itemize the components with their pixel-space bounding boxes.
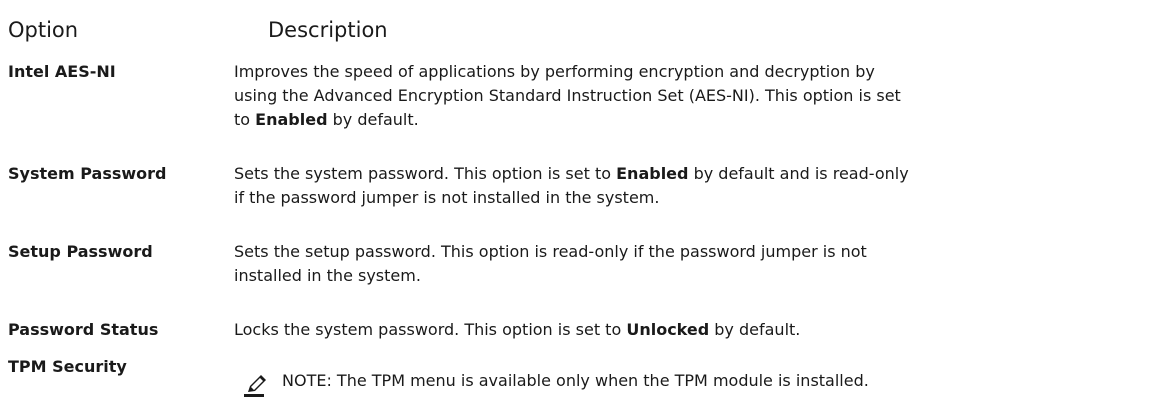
option-description: Sets the system password. This option is… [234, 162, 1134, 210]
description-line: Sets the system password. This option is… [234, 162, 1134, 186]
option-description: Locks the system password. This option i… [234, 318, 1134, 342]
option-description: Sets the setup password. This option is … [234, 240, 1134, 288]
description-text: by default. [327, 110, 419, 129]
table-row: Password Status Locks the system passwor… [8, 318, 1144, 342]
table-row: System Password Sets the system password… [8, 162, 1144, 210]
description-line: using the Advanced Encryption Standard I… [234, 86, 901, 105]
default-value: Enabled [255, 110, 328, 129]
default-value: Enabled [616, 164, 689, 183]
option-name: Password Status [8, 320, 159, 339]
note-text: NOTE: The TPM menu is available only whe… [282, 369, 869, 393]
description-line: Sets the setup password. This option is … [234, 242, 867, 261]
description-line: to Enabled by default. [234, 108, 1134, 132]
table-row: Setup Password Sets the setup password. … [8, 240, 1144, 288]
description-line: if the password jumper is not installed … [234, 188, 660, 207]
description-line: Improves the speed of applications by pe… [234, 62, 875, 81]
description-text: by default and is read-only [688, 164, 909, 183]
table-row: TPM Security NOTE: The TPM menu is avail… [8, 355, 1144, 403]
description-line: Locks the system password. This option i… [234, 318, 1134, 342]
option-description: Improves the speed of applications by pe… [234, 60, 1134, 132]
pencil-note-icon [244, 375, 266, 397]
option-name: Setup Password [8, 242, 153, 261]
note-body: The TPM menu is available only when the … [331, 371, 869, 390]
option-column-header: Option [8, 18, 79, 42]
description-text: Locks the system password. This option i… [234, 320, 627, 339]
table-row: Intel AES-NI Improves the speed of appli… [8, 60, 1144, 132]
option-name: System Password [8, 164, 167, 183]
note: NOTE: The TPM menu is available only whe… [234, 363, 1134, 397]
description-column-header: Description [268, 18, 388, 42]
option-name: Intel AES-NI [8, 62, 116, 81]
description-text: to [234, 110, 256, 129]
description-line: installed in the system. [234, 266, 421, 285]
option-name: TPM Security [8, 357, 127, 376]
note-label: NOTE: [282, 371, 332, 390]
description-text: Sets the system password. This option is… [234, 164, 617, 183]
description-text: by default. [709, 320, 801, 339]
default-value: Unlocked [626, 320, 710, 339]
